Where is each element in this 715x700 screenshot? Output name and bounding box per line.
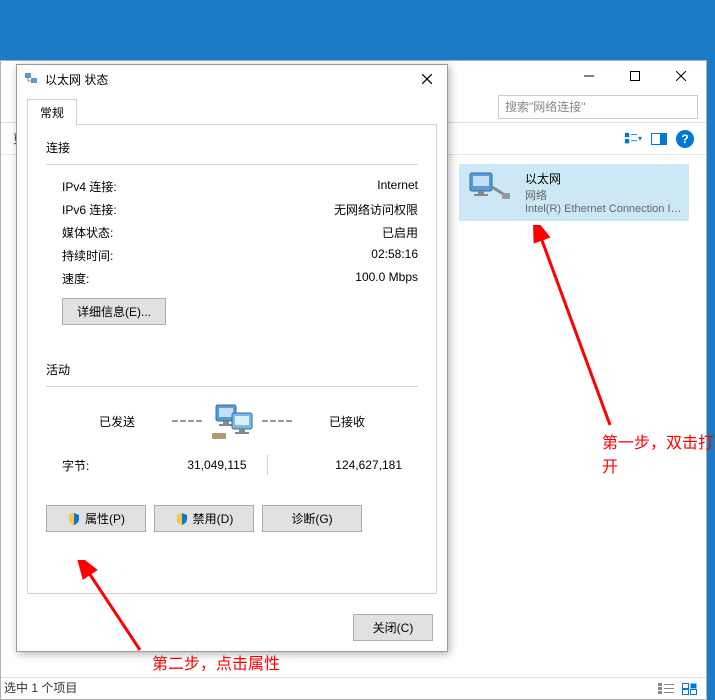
ipv4-label: IPv4 连接: [62, 178, 117, 195]
received-label: 已接收 [292, 413, 402, 430]
dialog-title: 以太网 状态 [45, 71, 407, 88]
divider [46, 164, 418, 165]
dialog-titlebar: 以太网 状态 [17, 65, 447, 93]
disable-label: 禁用(D) [193, 510, 234, 527]
ipv4-row: IPv4 连接: Internet [46, 175, 418, 198]
preview-pane-icon[interactable] [650, 130, 668, 148]
ethernet-adapter-item[interactable]: 以太网 网络 Intel(R) Ethernet Connection I2..… [459, 164, 689, 221]
search-input[interactable]: 搜索"网络连接" [498, 95, 698, 119]
close-button[interactable]: 关闭(C) [353, 614, 433, 641]
details-button[interactable]: 详细信息(E)... [62, 298, 166, 325]
speed-label: 速度: [62, 270, 89, 287]
ipv6-label: IPv6 连接: [62, 201, 117, 218]
shield-icon [175, 512, 189, 526]
tab-content: 连接 IPv4 连接: Internet IPv6 连接: 无网络访问权限 媒体… [27, 124, 437, 594]
dialog-close-button[interactable] [413, 69, 441, 89]
activity-icon [202, 401, 262, 441]
help-icon[interactable]: ? [676, 130, 694, 148]
view-options-icon[interactable]: ▾ [624, 130, 642, 148]
view-list-icon[interactable] [658, 683, 674, 695]
bytes-label: 字节: [62, 457, 112, 474]
diagnose-button[interactable]: 诊断(G) [262, 505, 362, 532]
close-button[interactable] [658, 62, 704, 90]
adapter-device: Intel(R) Ethernet Connection I2... [525, 203, 683, 215]
media-label: 媒体状态: [62, 224, 113, 241]
explorer-statusbar [1, 677, 706, 699]
toolbar-right: ▾ ? [624, 130, 694, 148]
media-value: 已启用 [382, 224, 418, 241]
dialog-tabs: 常规 [27, 99, 437, 124]
speed-value: 100.0 Mbps [355, 270, 418, 287]
selection-status: 选中 1 个项目 [4, 679, 77, 696]
media-row: 媒体状态: 已启用 [46, 221, 418, 244]
connection-section-title: 连接 [46, 139, 418, 156]
bytes-received-value: 124,627,181 [268, 458, 403, 472]
duration-row: 持续时间: 02:58:16 [46, 244, 418, 267]
properties-label: 属性(P) [85, 510, 125, 527]
shield-icon [67, 512, 81, 526]
dialog-footer: 关闭(C) [17, 604, 447, 651]
properties-button[interactable]: 属性(P) [46, 505, 146, 532]
minimize-button[interactable] [566, 62, 612, 90]
bytes-row: 字节: 31,049,115 124,627,181 [46, 447, 418, 475]
maximize-button[interactable] [612, 62, 658, 90]
duration-label: 持续时间: [62, 247, 113, 264]
network-icon [23, 71, 39, 87]
ipv4-value: Internet [377, 178, 418, 195]
action-buttons: 属性(P) 禁用(D) 诊断(G) [46, 505, 418, 532]
tab-general[interactable]: 常规 [27, 99, 77, 125]
search-placeholder: 搜索"网络连接" [505, 98, 586, 115]
adapter-name: 以太网 [525, 170, 683, 187]
explorer-content: 以太网 网络 Intel(R) Ethernet Connection I2..… [451, 156, 698, 229]
speed-row: 速度: 100.0 Mbps [46, 267, 418, 290]
divider [46, 386, 418, 387]
activity-section-title: 活动 [46, 361, 418, 378]
ipv6-value: 无网络访问权限 [334, 201, 418, 218]
activity-header: 已发送 [46, 401, 418, 441]
disable-button[interactable]: 禁用(D) [154, 505, 254, 532]
bytes-sent-value: 31,049,115 [112, 458, 267, 472]
adapter-network: 网络 [525, 187, 683, 203]
view-tiles-icon[interactable] [682, 683, 698, 695]
duration-value: 02:58:16 [371, 247, 418, 264]
sent-label: 已发送 [62, 413, 172, 430]
ipv6-row: IPv6 连接: 无网络访问权限 [46, 198, 418, 221]
network-adapter-icon [465, 170, 513, 210]
ethernet-status-dialog: 以太网 状态 常规 连接 IPv4 连接: Internet IPv6 连接: … [16, 64, 448, 652]
